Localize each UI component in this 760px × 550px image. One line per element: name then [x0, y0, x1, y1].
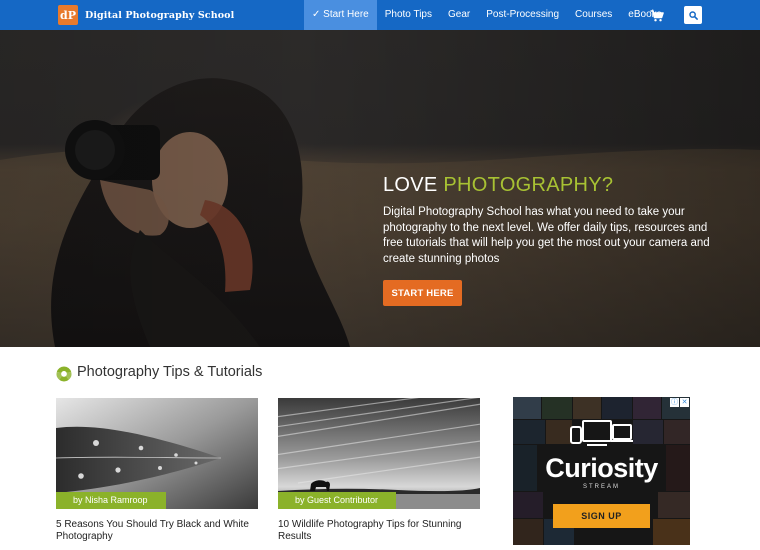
ad-sign-up-button[interactable]: SIGN UP	[553, 504, 650, 528]
main-menu: ✓ Start Here Photo Tips Gear Post-Proces…	[304, 0, 670, 30]
menu-item-gear[interactable]: Gear	[440, 0, 478, 30]
article-card[interactable]: by Nisha Ramroop 5 Reasons You Should Tr…	[56, 398, 258, 543]
hero-overlay	[0, 30, 760, 347]
ad-info-icon[interactable]: ⓘ	[670, 398, 679, 407]
menu-item-post-processing[interactable]: Post-Processing	[478, 0, 567, 30]
brand-link[interactable]: dP Digital Photography School	[58, 5, 234, 25]
ad-choices-badge[interactable]: ⓘ ✕	[669, 398, 689, 407]
article-title[interactable]: 5 Reasons You Should Try Black and White…	[56, 519, 258, 543]
article-author-badge[interactable]: by Guest Contributor	[278, 492, 397, 509]
aperture-icon	[56, 366, 72, 382]
menu-item-start-here[interactable]: ✓ Start Here	[304, 0, 377, 30]
ad-brand-sub: STREAM	[582, 484, 620, 490]
brand-logo: dP	[58, 5, 78, 25]
hero-title: LOVE PHOTOGRAPHY?	[383, 174, 614, 196]
article-image[interactable]: by Guest Contributor	[278, 398, 480, 509]
article-author-badge[interactable]: by Nisha Ramroop	[56, 492, 166, 509]
menu-item-courses[interactable]: Courses	[567, 0, 620, 30]
menu-item-photo-tips[interactable]: Photo Tips	[377, 0, 440, 30]
brand-name: Digital Photography School	[85, 9, 235, 21]
section-title: Photography Tips & Tutorials	[77, 364, 263, 380]
top-navigation-bar: dP Digital Photography School ✓ Start He…	[0, 0, 760, 30]
hero-description: Digital Photography School has what you …	[383, 206, 710, 265]
search-icon	[688, 10, 698, 20]
search-button[interactable]	[684, 6, 702, 24]
article-card[interactable]: by Guest Contributor 10 Wildlife Photogr…	[278, 398, 480, 543]
article-image[interactable]: by Nisha Ramroop	[56, 398, 258, 509]
article-title[interactable]: 10 Wildlife Photography Tips for Stunnin…	[278, 519, 480, 543]
start-here-button[interactable]: START HERE	[383, 280, 462, 306]
ad-close-icon[interactable]: ✕	[680, 398, 689, 407]
ad-brand-logo: Curiosity	[545, 453, 658, 483]
hero-banner: LOVE PHOTOGRAPHY? Digital Photography Sc…	[0, 30, 760, 347]
cart-icon[interactable]	[650, 9, 664, 22]
advertisement-banner[interactable]: Curiosity STREAM SIGN UP ⓘ ✕	[513, 397, 690, 545]
